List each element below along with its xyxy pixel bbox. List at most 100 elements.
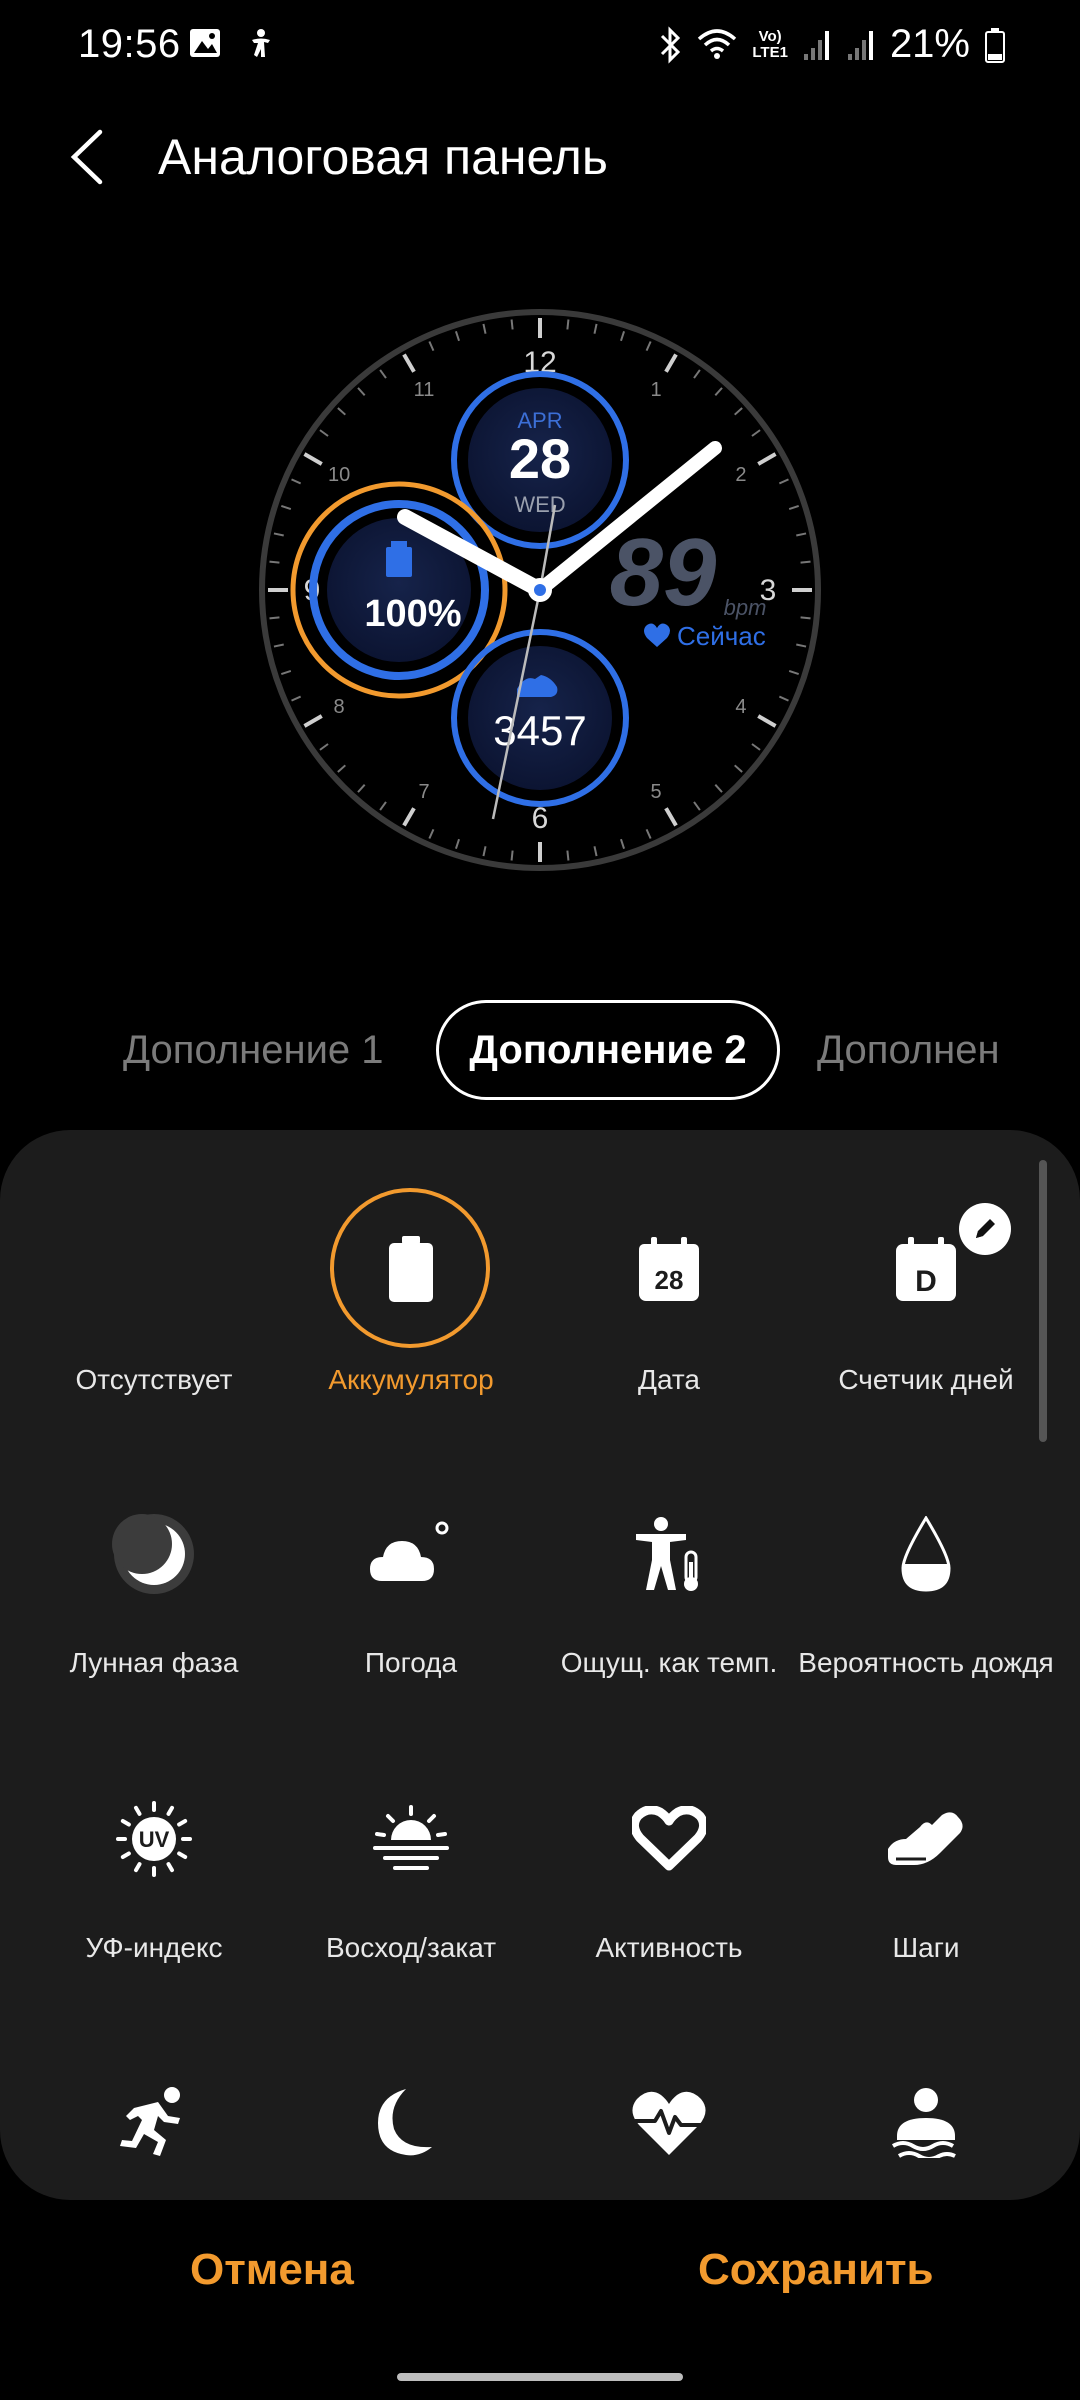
moon-phase-icon: [112, 1514, 194, 1594]
complication-moon-phase[interactable]: Лунная фаза: [25, 1500, 283, 1700]
complication-running[interactable]: [25, 2068, 283, 2178]
date-weekday: WED: [514, 492, 565, 517]
watch-hour-number: 1: [650, 379, 661, 401]
tab-complication-3[interactable]: Дополнен: [817, 1000, 1000, 1100]
uv-index-icon: UV: [116, 1801, 192, 1877]
watch-tick: [566, 850, 570, 861]
cancel-button[interactable]: Отмена: [190, 2245, 354, 2295]
uv-ray: [177, 1851, 188, 1859]
status-time: 19:56: [78, 22, 181, 66]
complication-label: Отсутствует: [75, 1364, 233, 1395]
uv-ray: [134, 1862, 142, 1873]
selection-ring: [330, 1188, 490, 1348]
running-icon: [120, 2087, 180, 2156]
complication-label: Аккумулятор: [328, 1364, 494, 1395]
wifi-icon: [698, 28, 737, 59]
complication-none[interactable]: Отсутствует: [25, 1215, 283, 1395]
watch-hour-number: 11: [414, 379, 435, 401]
shoe-icon: [888, 1812, 963, 1865]
complication-tabs: Дополнение 1 Дополнение 2 Дополнен: [0, 1000, 1080, 1104]
complication-label: Погода: [364, 1647, 458, 1678]
complication-weather[interactable]: Погода: [282, 1500, 540, 1700]
watch-tick: [510, 850, 514, 861]
tab-complication-2[interactable]: Дополнение 2: [436, 1000, 780, 1100]
watch-hour-number: 5: [650, 781, 661, 803]
steps-subdial: 3457: [451, 629, 629, 807]
save-button[interactable]: Сохранить: [698, 2245, 934, 2295]
svg-text:28: 28: [655, 1265, 684, 1295]
watch-tick: [269, 616, 280, 620]
svg-text:UV: UV: [139, 1827, 170, 1852]
battery-percent: 21%: [889, 22, 970, 66]
rain-drop-icon: [901, 1516, 951, 1592]
weather-icon: [370, 1521, 449, 1581]
complication-label: УФ-индекс: [85, 1932, 223, 1963]
header: Аналоговая панель: [0, 100, 1080, 220]
watch-hour-number: 10: [328, 464, 350, 486]
complication-label: Вероятность дождя: [798, 1647, 1054, 1678]
accessibility-icon: [252, 29, 270, 57]
complication-rain-chance[interactable]: Вероятность дождя: [797, 1500, 1055, 1700]
watch-tick: [269, 560, 280, 564]
uv-ray: [120, 1819, 131, 1827]
feels-like-icon: [636, 1517, 698, 1591]
watch-tick: [800, 616, 811, 620]
chevron-left-icon: [70, 129, 103, 185]
watch-tick: [566, 319, 570, 330]
uv-ray: [177, 1819, 188, 1827]
uv-ray: [134, 1805, 142, 1816]
complication-label: Активность: [595, 1932, 743, 1963]
watch-tick: [510, 319, 514, 330]
complication-battery[interactable]: Аккумулятор: [282, 1188, 540, 1395]
complication-label: Счетчик дней: [838, 1364, 1014, 1395]
complication-sunrise-sunset[interactable]: Восход/закат: [282, 1785, 540, 1965]
watch-hour-number: 7: [418, 781, 429, 803]
complication-day-counter[interactable]: D Счетчик дней: [797, 1203, 1055, 1395]
sleep-icon: [378, 2089, 432, 2156]
signal-icon: [847, 30, 873, 60]
sunrise-icon: [373, 1805, 449, 1870]
bluetooth-icon: [661, 25, 681, 64]
heart-rate-unit: bpm: [724, 595, 767, 620]
back-button[interactable]: [60, 124, 120, 190]
complication-label: Ощущ. как темп.: [560, 1647, 778, 1678]
watch-hour-number: 2: [735, 464, 746, 486]
signal-icon: [803, 30, 829, 60]
stress-icon: [891, 2088, 956, 2158]
tab-complication-1[interactable]: Дополнение 1: [123, 1000, 384, 1100]
date-day: 28: [509, 427, 571, 490]
complication-activity[interactable]: Активность: [540, 1785, 798, 1965]
complication-stress[interactable]: [797, 2068, 1055, 2178]
heart-rate-value: 89: [610, 519, 717, 626]
pencil-icon: [976, 1219, 995, 1238]
uv-ray: [166, 1862, 174, 1873]
navigation-handle[interactable]: [397, 2373, 683, 2381]
complication-sleep[interactable]: [282, 2068, 540, 2178]
complication-label: Дата: [637, 1364, 700, 1395]
watch-tick: [800, 560, 811, 564]
watch-hour-number: 8: [334, 696, 345, 718]
watch-face-preview: 12 1 2 3 4 5 6 7 8 9 10 11 APR 28 WED 100% 3457: [255, 305, 825, 875]
complication-label: Восход/закат: [325, 1932, 497, 1963]
day-counter-icon: D: [896, 1237, 956, 1301]
battery-value: 100%: [364, 593, 461, 635]
uv-ray: [120, 1851, 131, 1859]
edit-button[interactable]: [959, 1203, 1011, 1255]
complication-steps[interactable]: Шаги: [797, 1785, 1055, 1965]
complication-label: Шаги: [892, 1932, 960, 1963]
page-title: Аналоговая панель: [158, 129, 608, 185]
watch-hour-number: 4: [735, 696, 746, 718]
image-icon: [190, 29, 220, 57]
battery-icon: [985, 27, 1005, 63]
complication-date[interactable]: 28 Дата: [540, 1215, 798, 1395]
complication-label: Лунная фаза: [69, 1647, 239, 1678]
complication-feels-like[interactable]: Ощущ. как темп.: [540, 1500, 798, 1700]
status-bar: 19:56 Vo) LTE1 21%: [0, 0, 1080, 96]
volte-icon: Vo) LTE1: [752, 27, 788, 61]
complication-heart-rate[interactable]: [540, 2068, 798, 2178]
svg-text:D: D: [915, 1265, 937, 1298]
heart-rate-label: Сейчас: [677, 621, 766, 651]
heart-outline-icon: [632, 1806, 706, 1871]
complication-uv-index[interactable]: UV УФ-индекс: [25, 1785, 283, 1965]
calendar-date-icon: 28: [639, 1237, 699, 1301]
